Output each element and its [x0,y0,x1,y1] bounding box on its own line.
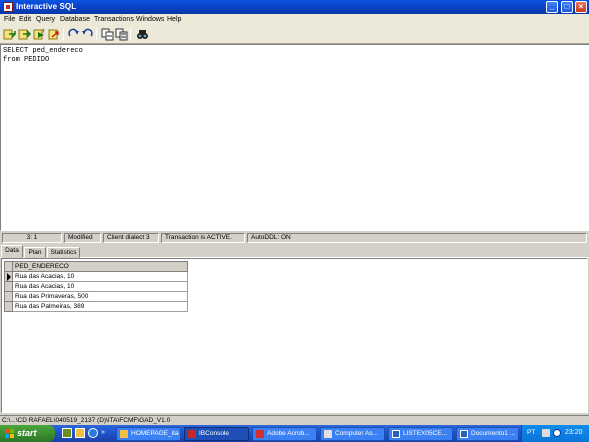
quicklaunch-desktop-icon[interactable] [62,428,72,438]
task-listex05ce[interactable]: LISTEX05CE... [388,427,453,441]
task-ibconsole[interactable]: IBConsole [184,427,249,441]
menu-file[interactable]: File [4,16,15,23]
task-label: Adobe Acrob... [267,430,310,437]
menu-edit[interactable]: Edit [19,16,31,23]
commit-icon[interactable] [101,28,114,41]
toolbar-separator [96,28,97,41]
maximize-button[interactable]: □ [561,1,573,13]
cursor-position: 3: 1 [2,233,62,243]
ibconsole-icon [188,430,196,438]
toolbar: ? [0,25,589,44]
grid-cell[interactable]: Rua das Acacias, 10 [12,271,188,282]
task-homepage-ita[interactable]: HOMEPAGE_ita [116,427,181,441]
redo-icon[interactable] [67,28,80,41]
windows-logo-icon [5,429,14,438]
row-indicator[interactable] [4,291,13,302]
result-grid: PED_ENDERECO Rua das Acacias, 10 Rua das… [4,261,188,312]
system-clock[interactable]: 23:20 [565,429,583,436]
sql-text: SELECT ped_endereco from PEDIDO [3,47,83,64]
task-label: IBConsole [199,430,229,437]
task-label: Computer As... [335,430,378,437]
grid-cell[interactable]: Rua das Primaveras, 500 [12,291,188,302]
task-computer-associates[interactable]: Computer As... [320,427,385,441]
sql-editor[interactable]: SELECT ped_endereco from PEDIDO [0,44,589,231]
column-header-ped-endereco[interactable]: PED_ENDERECO [12,261,188,272]
find-icon[interactable] [136,28,149,41]
toolbar-separator [130,28,131,41]
row-indicator-header [4,261,13,272]
table-row[interactable]: Rua das Acacias, 10 [4,271,188,282]
row-indicator[interactable] [4,301,13,312]
table-row[interactable]: Rua das Acacias, 10 [4,281,188,292]
result-tabs: Data Plan Statistics [0,245,589,258]
start-label: start [17,428,37,438]
task-label: LISTEX05CE... [403,430,448,437]
start-button[interactable]: start [0,425,55,442]
menu-database[interactable]: Database [60,16,90,23]
quicklaunch-ie-icon[interactable] [88,428,98,438]
row-indicator[interactable] [4,271,13,282]
window-title: Interactive SQL [16,2,77,11]
tab-data[interactable]: Data [1,245,23,258]
execute-query-icon[interactable]: ? [33,28,46,41]
toolbar-separator [63,28,64,41]
tab-plan[interactable]: Plan [24,247,46,258]
task-documento1[interactable]: Documento1 ... [456,427,519,441]
system-tray: PT 23:20 [521,425,589,442]
grid-header-row: PED_ENDERECO [4,261,188,272]
svg-text:?: ? [42,29,45,35]
copy-icon[interactable] [115,28,128,41]
task-label: HOMEPAGE_ita [131,430,179,437]
undo-icon[interactable] [48,28,61,41]
prev-query-icon[interactable] [3,28,16,41]
menu-windows[interactable]: Windows [136,16,164,23]
task-adobe-acrobat[interactable]: Adobe Acrob... [252,427,317,441]
quicklaunch-folder-icon[interactable] [75,428,85,438]
modified-status: Modified [64,233,101,243]
transaction-status: Transaction is ACTIVE. [161,233,245,243]
network-icon[interactable] [542,429,550,437]
chevron-right-icon[interactable]: » [101,428,109,438]
database-path: C:\...\CD RAFAEL\040519_2137 (D)\ITA\FCM… [2,417,171,424]
menu-transactions[interactable]: Transactions [94,16,134,23]
status-bar: 3: 1 Modified Client dialect 3 Transacti… [0,232,589,243]
acrobat-icon [256,430,264,438]
autoddl-status: AutoDDL: ON [247,233,587,243]
folder-icon [120,430,128,438]
menu-help[interactable]: Help [167,16,181,23]
client-dialect-status: Client dialect 3 [103,233,159,243]
rollback-icon[interactable] [81,28,94,41]
minimize-button[interactable]: _ [546,1,558,13]
app-icon [3,2,13,12]
table-row[interactable]: Rua das Primaveras, 500 [4,291,188,302]
menu-query[interactable]: Query [36,16,55,23]
language-indicator[interactable]: PT [527,429,535,436]
next-query-icon[interactable] [18,28,31,41]
window-icon [324,430,332,438]
database-path-bar: C:\...\CD RAFAEL\040519_2137 (D)\ITA\FCM… [0,415,589,425]
menu-bar: File Edit Query Database Transactions Wi… [0,14,589,25]
title-bar[interactable]: Interactive SQL _ □ × [0,0,589,14]
close-button[interactable]: × [575,1,587,13]
tab-statistics[interactable]: Statistics [47,247,80,258]
grid-cell[interactable]: Rua das Acacias, 10 [12,281,188,292]
grid-cell[interactable]: Rua das Palmeiras, 389 [12,301,188,312]
clock-icon[interactable] [553,429,561,437]
task-label: Documento1 ... [471,430,516,437]
taskbar: start » HOMEPAGE_ita IBConsole Adobe Acr… [0,425,589,442]
row-indicator[interactable] [4,281,13,292]
word-document-icon [392,430,400,438]
word-document-icon [460,430,468,438]
current-row-pointer-icon [7,273,11,281]
data-pane: PED_ENDERECO Rua das Acacias, 10 Rua das… [1,258,588,413]
table-row[interactable]: Rua das Palmeiras, 389 [4,301,188,312]
